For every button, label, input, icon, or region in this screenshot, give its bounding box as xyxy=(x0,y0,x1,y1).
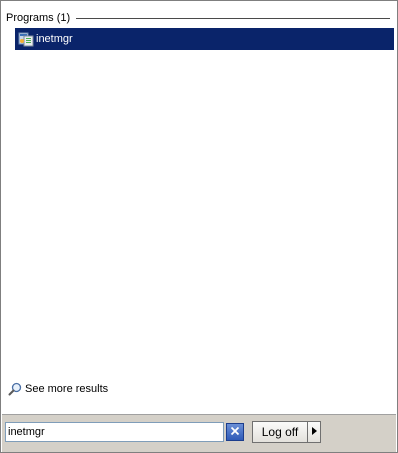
search-input[interactable]: inetmgr xyxy=(5,422,224,442)
search-icon xyxy=(8,382,22,396)
search-results-pane: Programs (1) inetmgr See more results xyxy=(2,2,396,414)
logoff-button-label: Log off xyxy=(261,425,299,439)
close-icon xyxy=(230,426,240,439)
start-menu-search-panel: Programs (1) inetmgr See more results in… xyxy=(0,0,398,453)
search-input-value: inetmgr xyxy=(8,426,45,438)
clear-search-button[interactable] xyxy=(226,423,244,441)
power-options-arrow-button[interactable] xyxy=(307,421,321,443)
see-more-results-link[interactable]: See more results xyxy=(8,381,108,397)
start-menu-bottom-bar: inetmgr Log off xyxy=(2,414,396,452)
result-item-inetmgr[interactable]: inetmgr xyxy=(15,28,394,50)
arrow-right-icon xyxy=(311,426,317,438)
section-divider xyxy=(76,18,390,19)
section-header-label: Programs (1) xyxy=(6,12,71,24)
logoff-button[interactable]: Log off xyxy=(252,421,308,443)
programs-section-header: Programs (1) xyxy=(6,11,390,25)
see-more-results-label: See more results xyxy=(25,383,109,395)
iis-manager-icon xyxy=(18,31,34,47)
result-label: inetmgr xyxy=(36,33,73,45)
